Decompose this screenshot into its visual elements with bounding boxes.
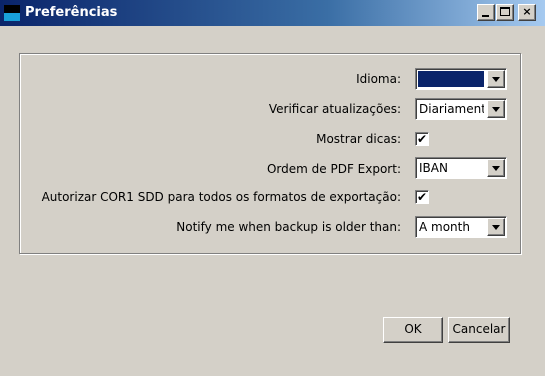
minimize-button[interactable] — [477, 4, 495, 21]
chevron-down-icon[interactable] — [487, 100, 505, 118]
ordem-select[interactable]: IBAN — [415, 157, 507, 179]
chevron-down-icon[interactable] — [487, 70, 505, 88]
title-bar[interactable]: Preferências × — [0, 0, 545, 26]
verificar-select[interactable]: Diariamente — [415, 98, 507, 120]
check-icon: ✔ — [416, 190, 428, 204]
notify-value: A month — [419, 220, 470, 234]
chevron-down-icon[interactable] — [487, 159, 505, 177]
ok-button[interactable]: OK — [383, 317, 443, 343]
close-icon: × — [522, 5, 532, 18]
maximize-icon — [500, 7, 510, 16]
maximize-button[interactable] — [496, 4, 514, 21]
verificar-value: Diariamente — [419, 102, 484, 116]
autorizar-label: Autorizar COR1 SDD para todos os formato… — [41, 190, 401, 204]
autorizar-checkbox[interactable]: ✔ — [415, 190, 429, 204]
chevron-down-icon[interactable] — [487, 218, 505, 236]
idioma-select[interactable] — [415, 68, 507, 90]
notify-label: Notify me when backup is older than: — [176, 220, 401, 234]
verificar-label: Verificar atualizações: — [268, 102, 401, 116]
ordem-value: IBAN — [419, 161, 448, 175]
check-icon: ✔ — [416, 132, 428, 146]
ordem-label: Ordem de PDF Export: — [266, 162, 401, 176]
close-button[interactable]: × — [518, 4, 536, 21]
minimize-icon — [482, 15, 489, 17]
idioma-value — [418, 71, 484, 87]
window-title: Preferências — [25, 5, 118, 20]
app-icon — [4, 5, 20, 21]
idioma-label: Idioma: — [356, 72, 401, 86]
dicas-checkbox[interactable]: ✔ — [415, 132, 429, 146]
dicas-label: Mostrar dicas: — [316, 132, 401, 146]
cancel-button[interactable]: Cancelar — [448, 317, 510, 343]
notify-select[interactable]: A month — [415, 216, 507, 238]
